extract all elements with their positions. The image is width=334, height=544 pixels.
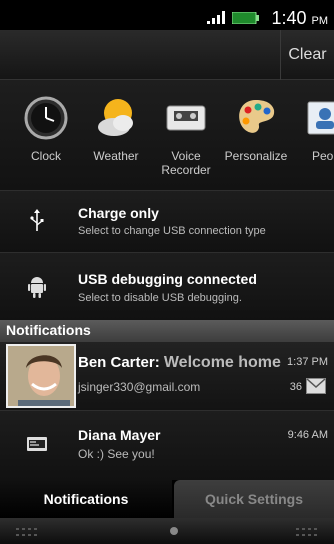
people-icon [307, 101, 334, 135]
notification-message: Welcome home [163, 354, 281, 371]
notification-message-text: Ok :) See you! [78, 447, 155, 461]
message-icon [27, 437, 47, 451]
status-time: 1:40 PM [271, 8, 328, 28]
ongoing-usb-debugging[interactable]: USB debugging connected Select to disabl… [0, 252, 334, 320]
row-title: USB debugging connected [78, 271, 257, 287]
avatar [6, 344, 76, 408]
status-bar: 1:40 PM [0, 0, 334, 30]
tab-notifications[interactable]: Notifications [0, 480, 172, 518]
notification-gmail[interactable]: Ben Carter: Welcome home jsinger330@gmai… [0, 342, 334, 410]
notification-header-bar: Clear [0, 30, 334, 80]
notification-time: 1:37 PM [287, 356, 328, 368]
notification-time: 9:46 AM [287, 429, 328, 441]
notification-sender: Ben Carter: [78, 354, 160, 371]
app-label: Peop [311, 149, 334, 163]
palette-icon [239, 100, 275, 133]
notification-title: Ben Carter: Welcome home [78, 354, 281, 372]
app-label: Personalize [224, 149, 288, 163]
voice-recorder-icon [166, 105, 206, 131]
app-clock[interactable]: Clock [11, 96, 81, 163]
row-subtitle: Select to change USB connection type [78, 225, 266, 237]
app-label: Voice Recorder [161, 149, 211, 177]
app-voice-recorder[interactable]: Voice Recorder [151, 96, 221, 177]
app-weather[interactable]: Weather [81, 96, 151, 163]
notification-account: jsinger330@gmail.com [78, 380, 201, 394]
quick-launch-row: Clock Weather Voice Recorder Personalize [0, 80, 334, 190]
notifications-section-header: Notifications [0, 320, 334, 342]
contact-photo [8, 346, 74, 406]
gmail-icon [306, 378, 326, 394]
notification-message[interactable]: Diana Mayer Ok :) See you! 9:46 AM [0, 410, 334, 480]
clear-button[interactable]: Clear [280, 30, 334, 80]
signal-icon [207, 11, 225, 24]
row-title: Charge only [78, 205, 159, 221]
app-label: Clock [30, 149, 61, 163]
row-subtitle: Select to disable USB debugging. [78, 292, 242, 304]
app-personalize[interactable]: Personalize [221, 96, 291, 163]
clock-icon [24, 96, 68, 140]
app-label: Weather [93, 149, 139, 163]
usb-icon [30, 209, 44, 231]
notification-count: 36 [289, 381, 302, 393]
notification-sender: Diana Mayer [78, 427, 161, 443]
app-people[interactable]: Peop [291, 96, 334, 163]
tab-quick-settings[interactable]: Quick Settings [174, 480, 334, 518]
ongoing-charge-only[interactable]: Charge only Select to change USB connect… [0, 190, 334, 252]
weather-icon [98, 99, 133, 136]
android-icon [28, 277, 46, 298]
drag-handle[interactable] [0, 518, 334, 544]
tab-bar: Notifications Quick Settings [0, 480, 334, 518]
battery-icon [232, 12, 259, 24]
handle-grip-icon [16, 527, 317, 536]
